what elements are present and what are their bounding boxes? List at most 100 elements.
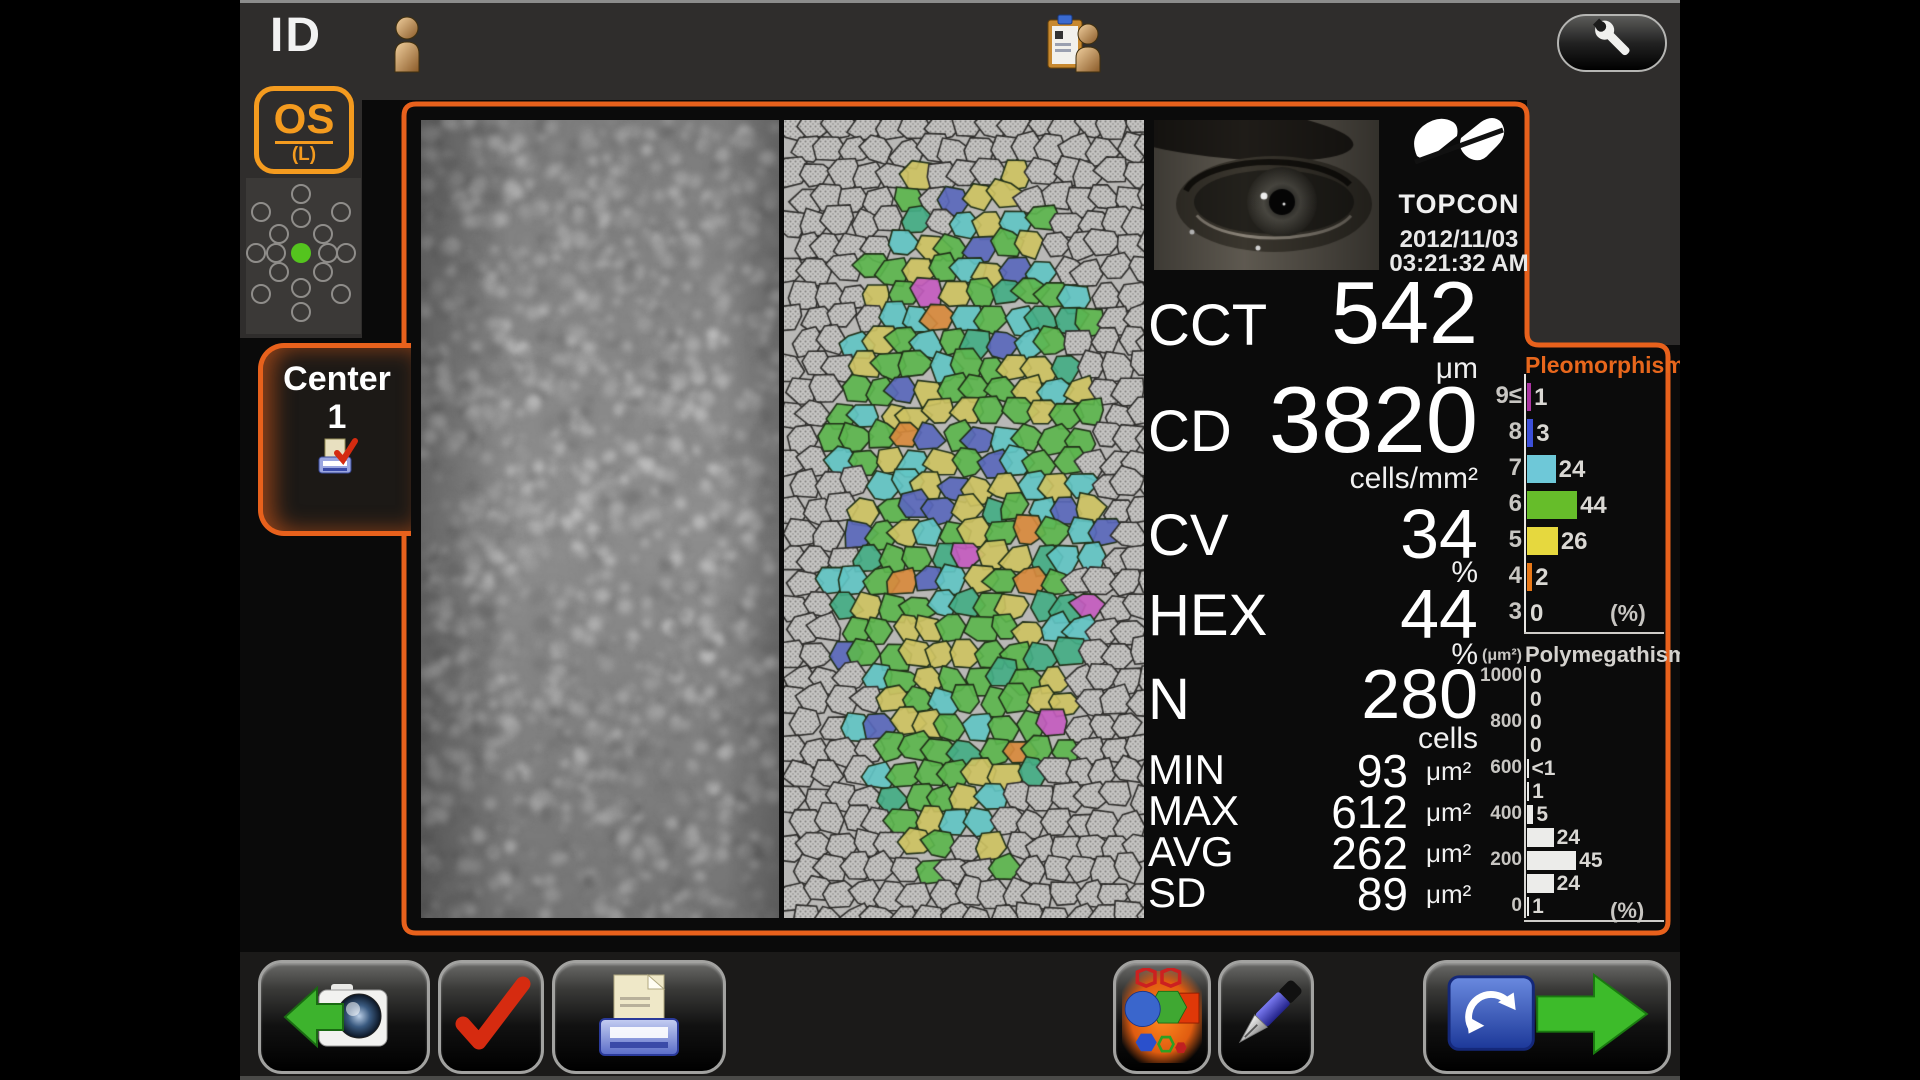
pleomorphism-x-axis: [1524, 632, 1664, 634]
polymegathism-bar: [1527, 897, 1529, 916]
polymegathism-bar-value: <1: [1532, 757, 1556, 781]
polymegathism-tick: 400: [1480, 804, 1522, 824]
print-button[interactable]: [552, 960, 726, 1074]
pleomorphism-tick: 5: [1480, 527, 1522, 553]
measure-label: CCT: [1148, 292, 1267, 359]
top-bar: [240, 0, 1680, 100]
topcon-logo-icon: [1407, 112, 1511, 186]
polymegathism-bar-value: 1: [1532, 895, 1544, 919]
fixation-target-display: [246, 178, 361, 334]
polymegathism-tick: 800: [1480, 712, 1522, 732]
measure-label: SD: [1148, 869, 1206, 917]
wrench-icon: [1582, 15, 1642, 67]
analyzed-cell-mosaic-image: [784, 120, 1144, 918]
measure-label: CV: [1148, 502, 1229, 569]
polymegathism-bar-value: 0: [1530, 734, 1542, 758]
pleomorphism-bar-value: 0: [1530, 600, 1543, 628]
printer-icon: [584, 969, 694, 1063]
polymegathism-bar: [1527, 828, 1554, 847]
polymegathism-bar-value: 24: [1557, 872, 1580, 896]
eye-selector-os-button[interactable]: OS (L): [254, 86, 354, 174]
print-check-icon: [315, 437, 359, 481]
eye-selector-label: OS: [259, 97, 349, 141]
red-check-icon: [449, 970, 533, 1062]
pleomorphism-tick: 7: [1480, 455, 1522, 481]
device-screen-stage: ID OS (L): [0, 0, 1920, 1080]
polymegathism-tick: 200: [1480, 850, 1522, 870]
chart-title-polymegathism: Polymegathism: [1525, 642, 1680, 668]
polymegathism-bar-value: 5: [1536, 803, 1548, 827]
measure-unit: cells: [1418, 722, 1478, 756]
pleomorphism-bar: [1527, 455, 1556, 483]
polymegathism-bar: [1527, 759, 1529, 778]
pleomorphism-bar: [1527, 419, 1533, 447]
chart-title-pleomorphism: Pleomorphism: [1525, 352, 1680, 379]
polymegathism-tick: 600: [1480, 758, 1522, 778]
person-icon: [388, 16, 426, 74]
measure-unit: μm²: [1426, 838, 1471, 869]
brand-name: TOPCON: [1389, 189, 1529, 220]
polymegathism-tick: 1000: [1480, 666, 1522, 686]
pleomorphism-bar-value: 26: [1561, 528, 1588, 556]
polymegathism-x-axis: [1524, 920, 1664, 922]
polymegathism-bar-value: 0: [1530, 711, 1542, 735]
pleomorphism-bar: [1527, 383, 1531, 411]
polymegathism-bar-value: 0: [1530, 665, 1542, 689]
polymegathism-bar-value: 45: [1579, 849, 1602, 873]
annotate-button[interactable]: [1218, 960, 1314, 1074]
pleomorphism-tick: 4: [1480, 563, 1522, 589]
polymegathism-bar-value: 24: [1557, 826, 1580, 850]
back-to-capture-button[interactable]: [258, 960, 430, 1074]
fixation-points: [246, 178, 361, 334]
measure-value: 542: [1331, 262, 1478, 364]
polymegathism-bar: [1527, 782, 1529, 801]
fixation-point: [267, 244, 285, 262]
measure-unit: μm²: [1426, 797, 1471, 828]
fixation-point: [292, 303, 310, 321]
fixation-point: [252, 285, 270, 303]
device-screen: ID OS (L): [240, 0, 1680, 1080]
pleomorphism-bar-value: 24: [1559, 456, 1586, 484]
fixation-point: [247, 244, 265, 262]
polymegathism-bar-value: 1: [1532, 780, 1544, 804]
measure-label: HEX: [1148, 582, 1267, 649]
tab-number: 1: [263, 399, 411, 435]
settings-button[interactable]: [1557, 14, 1667, 72]
pleomorphism-tick: 6: [1480, 491, 1522, 517]
tab-center-1[interactable]: Center 1: [258, 343, 411, 536]
fixation-point: [314, 225, 332, 243]
polymegathism-y-axis: [1524, 666, 1526, 918]
measure-unit: μm²: [1426, 879, 1471, 910]
fixation-point: [332, 285, 350, 303]
clipboard-patient-icon: [1046, 12, 1110, 76]
histogram-panel: Pleomorphism9≤1837246445264230(%)(μm²)Po…: [1480, 352, 1676, 936]
measure-label: CD: [1148, 398, 1232, 465]
polymegathism-bar: [1527, 851, 1576, 870]
brand-block: TOPCON: [1389, 112, 1529, 220]
pleomorphism-tick: 3: [1480, 599, 1522, 625]
transfer-arrow-icon: [1439, 969, 1655, 1063]
polymegathism-axis-unit: (μm²): [1480, 647, 1522, 665]
fixation-point: [252, 203, 270, 221]
polymegathism-bar-value: 0: [1530, 688, 1542, 712]
fixation-point: [270, 263, 288, 281]
measure-unit: μm²: [1426, 756, 1471, 787]
pleomorphism-y-axis: [1524, 374, 1526, 634]
pleomorphism-bar-value: 44: [1580, 492, 1607, 520]
fixation-point-active: [291, 243, 311, 263]
pleomorphism-tick: 8: [1480, 419, 1522, 445]
fountain-pen-icon: [1222, 968, 1310, 1064]
confirm-button[interactable]: [438, 960, 544, 1074]
colored-cells-icon: [1118, 968, 1206, 1064]
export-next-button[interactable]: [1423, 960, 1671, 1074]
fixation-point: [270, 225, 288, 243]
tab-label: Center: [263, 360, 411, 399]
pleomorphism-bar: [1527, 491, 1577, 519]
cell-analysis-display-button[interactable]: [1113, 960, 1211, 1074]
pleomorphism-tick: 9≤: [1480, 383, 1522, 409]
camera-back-arrow-icon: [279, 970, 409, 1062]
pleomorphism-unit-label: (%): [1610, 600, 1646, 627]
pleomorphism-bar-value: 3: [1536, 420, 1549, 448]
measure-label: N: [1148, 666, 1190, 733]
polymegathism-bar: [1527, 805, 1533, 824]
